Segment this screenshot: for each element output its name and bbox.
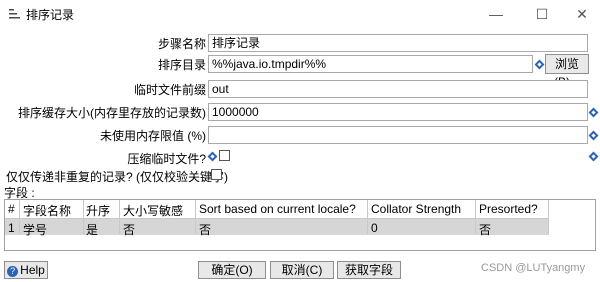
- window-title: 排序记录: [26, 8, 75, 22]
- table-cell[interactable]: 否: [199, 221, 211, 238]
- variable-icon: [207, 151, 218, 162]
- step-name-label: 步骤名称: [157, 37, 206, 51]
- col-divider: [83, 200, 84, 234]
- variable-icon: [534, 59, 545, 70]
- unique-label: 仅仅传递非重复的记录? (仅仅校验关键字): [6, 170, 229, 184]
- col-divider: [19, 200, 20, 234]
- col-divider: [548, 200, 549, 234]
- browse-button[interactable]: 浏览(B)...: [545, 54, 589, 89]
- col-header-collator[interactable]: Collator Strength: [371, 202, 461, 216]
- compress-checkbox[interactable]: [219, 150, 230, 161]
- col-header-index[interactable]: #: [8, 202, 15, 216]
- free-mem-field[interactable]: [208, 126, 588, 144]
- variable-icon: [588, 151, 599, 162]
- table-cell[interactable]: 0: [371, 221, 378, 235]
- cancel-button[interactable]: 取消(C): [270, 261, 334, 279]
- watermark: CSDN @LUTyangmy: [481, 262, 586, 274]
- col-divider: [475, 200, 476, 234]
- help-button[interactable]: ? Help: [4, 261, 48, 279]
- col-header-field-name[interactable]: 字段名称: [23, 202, 71, 219]
- table-cell[interactable]: 是: [86, 221, 98, 238]
- compress-label: 压缩临时文件?: [127, 152, 206, 166]
- col-header-locale[interactable]: Sort based on current locale?: [199, 202, 356, 216]
- help-icon: ?: [7, 266, 19, 277]
- fields-table[interactable]: # 字段名称 升序 大小写敏感 Sort based on current lo…: [4, 199, 596, 251]
- temp-prefix-field[interactable]: out: [208, 80, 588, 98]
- table-cell[interactable]: 否: [123, 221, 135, 238]
- col-header-ascending[interactable]: 升序: [86, 202, 110, 219]
- title-bar: 排序记录 — ☐ ✕: [0, 0, 600, 28]
- variable-icon: [588, 107, 599, 118]
- col-header-presorted[interactable]: Presorted?: [479, 202, 538, 216]
- col-divider: [367, 200, 368, 234]
- free-mem-label: 未使用内存限值 (%): [100, 129, 206, 143]
- step-name-field[interactable]: 排序记录: [208, 34, 588, 52]
- maximize-button[interactable]: ☐: [532, 4, 552, 24]
- help-label: Help: [20, 263, 45, 277]
- variable-icon: [588, 130, 599, 141]
- temp-prefix-label: 临时文件前缀: [133, 83, 206, 97]
- close-button[interactable]: ✕: [572, 4, 592, 24]
- table-cell[interactable]: 学号: [23, 221, 47, 238]
- sort-buffer-label: 排序缓存大小(内存里存放的记录数): [18, 106, 206, 120]
- ok-button[interactable]: 确定(O): [198, 261, 266, 279]
- minimize-button[interactable]: —: [486, 4, 506, 24]
- sort-dir-label: 排序目录: [157, 58, 206, 72]
- get-fields-button[interactable]: 获取字段: [337, 261, 401, 279]
- col-divider: [195, 200, 196, 234]
- sort-buffer-field[interactable]: 1000000: [208, 103, 588, 121]
- sort-icon: [9, 9, 20, 19]
- sort-dir-field[interactable]: %%java.io.tmpdir%%: [208, 55, 533, 73]
- table-cell[interactable]: 1: [8, 221, 15, 235]
- col-header-case-sensitive[interactable]: 大小写敏感: [123, 202, 183, 219]
- col-divider: [119, 200, 120, 234]
- table-cell[interactable]: 否: [479, 221, 491, 238]
- unique-checkbox[interactable]: [211, 169, 222, 180]
